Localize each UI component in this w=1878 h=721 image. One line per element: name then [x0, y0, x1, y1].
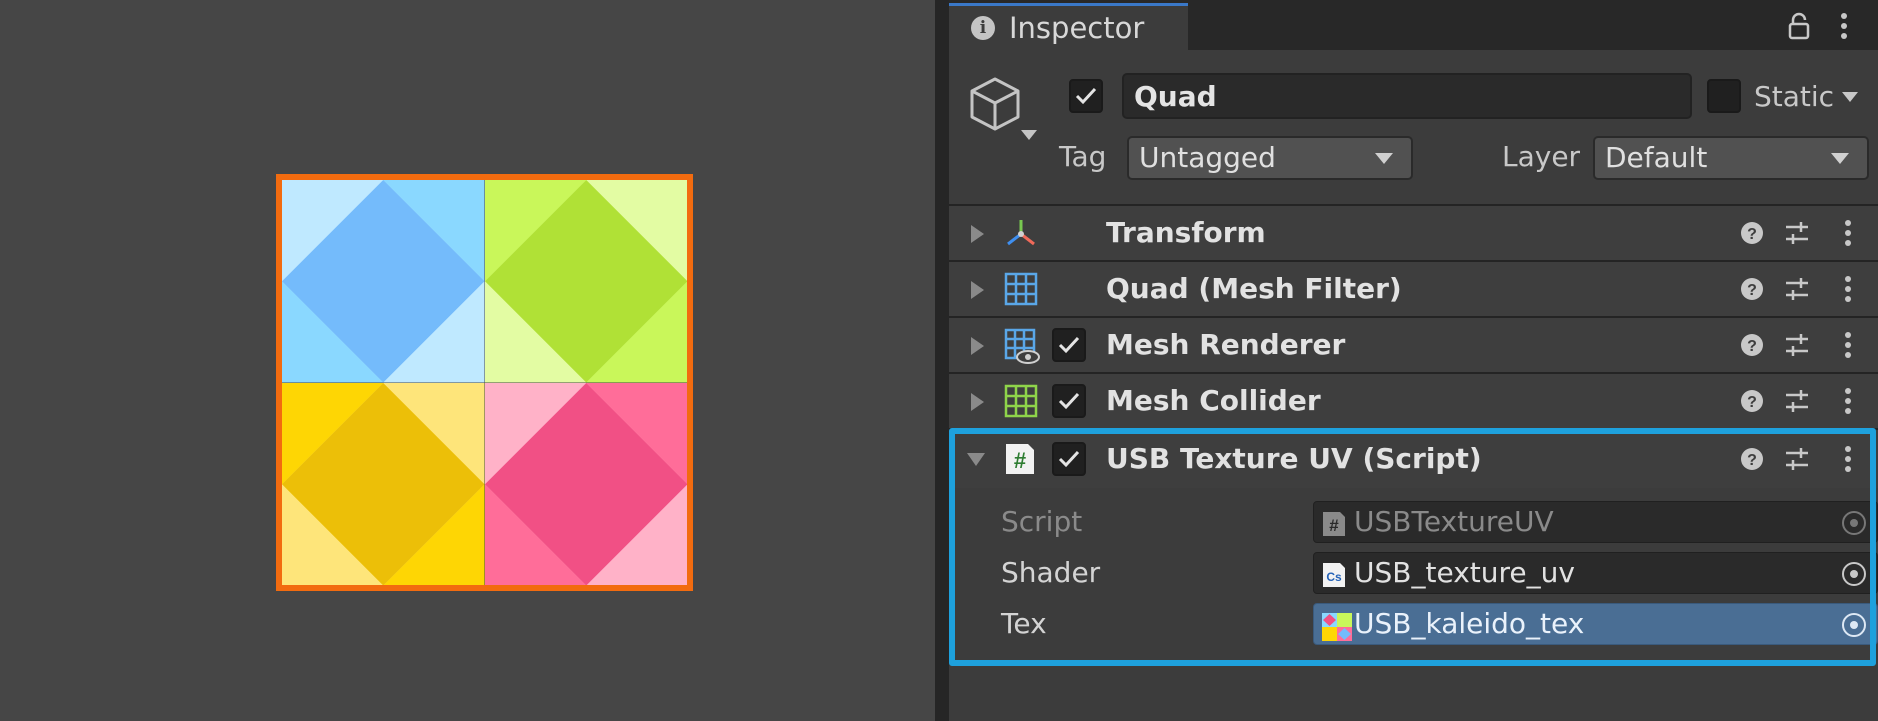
more-options-icon[interactable] — [1840, 12, 1848, 44]
svg-text:?: ? — [1747, 394, 1757, 411]
layer-dropdown[interactable]: Default — [1593, 136, 1869, 180]
tab-title: Inspector — [1009, 11, 1145, 45]
svg-text:#: # — [1329, 516, 1339, 535]
chevron-down-icon — [1831, 153, 1849, 164]
info-icon: i — [971, 16, 995, 40]
help-icon[interactable]: ? — [1740, 221, 1764, 249]
help-icon[interactable]: ? — [1740, 277, 1764, 305]
preset-sliders-icon[interactable] — [1783, 387, 1811, 419]
component-transform[interactable]: Transform ? — [949, 206, 1878, 260]
icon-dropdown-caret[interactable] — [1021, 130, 1037, 140]
expand-arrow-icon[interactable] — [971, 225, 984, 243]
preset-sliders-icon[interactable] — [1783, 275, 1811, 307]
active-checkbox[interactable] — [1069, 79, 1103, 113]
transform-icon — [1004, 216, 1038, 254]
script-object-field: # USBTextureUV — [1313, 501, 1878, 543]
script-hash-icon: # — [1322, 511, 1346, 545]
shader-value: USB_texture_uv — [1354, 556, 1575, 589]
component-mesh-filter[interactable]: Quad (Mesh Filter) ? — [949, 262, 1878, 316]
panel-splitter[interactable] — [935, 0, 949, 721]
texture-tile-green — [484, 180, 687, 383]
more-options-icon[interactable] — [1844, 219, 1852, 251]
tag-label: Tag — [1059, 140, 1107, 173]
svg-text:?: ? — [1747, 226, 1757, 243]
tab-bar: i Inspector — [949, 0, 1878, 50]
more-options-icon[interactable] — [1844, 445, 1852, 477]
more-options-icon[interactable] — [1844, 331, 1852, 363]
component-enabled-checkbox[interactable] — [1052, 328, 1086, 362]
tab-inspector[interactable]: i Inspector — [949, 3, 1188, 50]
component-enabled-checkbox[interactable] — [1052, 384, 1086, 418]
preset-sliders-icon[interactable] — [1783, 331, 1811, 363]
help-icon[interactable]: ? — [1740, 389, 1764, 417]
quad-object[interactable] — [276, 174, 693, 591]
object-name-field[interactable]: Quad — [1122, 73, 1692, 119]
cs-file-icon: Cs — [1322, 562, 1346, 596]
expand-arrow-icon[interactable] — [971, 393, 984, 411]
property-label-shader: Shader — [1001, 556, 1101, 589]
layer-value: Default — [1605, 141, 1708, 174]
svg-text:?: ? — [1747, 338, 1757, 355]
collapse-arrow-icon[interactable] — [967, 453, 985, 466]
svg-text:#: # — [1014, 448, 1026, 473]
texture-tile-pink — [484, 382, 687, 585]
scene-view[interactable] — [0, 0, 935, 721]
component-name: Quad (Mesh Filter) — [1106, 272, 1402, 305]
inspector-panel: i Inspector Quad Static Tag Untagged Lay… — [949, 0, 1878, 721]
tag-dropdown[interactable]: Untagged — [1127, 136, 1413, 180]
shader-object-field[interactable]: Cs USB_texture_uv — [1313, 552, 1878, 594]
component-name: Mesh Renderer — [1106, 328, 1346, 361]
component-name: Transform — [1106, 216, 1266, 249]
svg-text:?: ? — [1747, 452, 1757, 469]
gameobject-header: Quad Static Tag Untagged Layer Default — [949, 50, 1878, 204]
more-options-icon[interactable] — [1844, 275, 1852, 307]
tex-value: USB_kaleido_tex — [1354, 607, 1585, 640]
more-options-icon[interactable] — [1844, 387, 1852, 419]
component-mesh-collider[interactable]: Mesh Collider ? — [949, 374, 1878, 428]
tex-object-field[interactable]: USB_kaleido_tex — [1313, 603, 1878, 645]
component-enabled-checkbox[interactable] — [1052, 442, 1086, 476]
expand-arrow-icon[interactable] — [971, 281, 984, 299]
svg-text:?: ? — [1747, 282, 1757, 299]
mesh-collider-icon — [1004, 384, 1038, 422]
object-picker-icon — [1841, 510, 1867, 544]
texture-tile-yellow — [282, 382, 485, 585]
component-name: USB Texture UV (Script) — [1106, 442, 1482, 475]
mesh-renderer-icon — [1004, 328, 1040, 368]
mesh-filter-icon — [1004, 272, 1038, 310]
component-name: Mesh Collider — [1106, 384, 1321, 417]
script-value: USBTextureUV — [1354, 505, 1554, 538]
static-checkbox[interactable] — [1707, 79, 1741, 113]
object-picker-icon[interactable] — [1841, 561, 1867, 595]
static-label[interactable]: Static — [1754, 80, 1834, 113]
help-icon[interactable]: ? — [1740, 333, 1764, 361]
layer-label: Layer — [1502, 140, 1581, 173]
help-icon[interactable]: ? — [1740, 447, 1764, 475]
svg-text:Cs: Cs — [1326, 570, 1342, 584]
tag-value: Untagged — [1139, 141, 1276, 174]
property-label-script: Script — [1001, 505, 1083, 538]
object-picker-icon[interactable] — [1841, 612, 1867, 646]
expand-arrow-icon[interactable] — [971, 337, 984, 355]
component-mesh-renderer[interactable]: Mesh Renderer ? — [949, 318, 1878, 372]
preset-sliders-icon[interactable] — [1783, 445, 1811, 477]
component-usb-texture-uv[interactable]: # USB Texture UV (Script) ? — [949, 430, 1878, 488]
gameobject-cube-icon[interactable] — [969, 76, 1021, 136]
texture-tile-blue — [282, 180, 485, 383]
preset-sliders-icon[interactable] — [1783, 219, 1811, 251]
lock-icon[interactable] — [1788, 12, 1810, 44]
property-label-tex: Tex — [1001, 607, 1047, 640]
static-dropdown-caret[interactable] — [1842, 92, 1858, 102]
chevron-down-icon — [1375, 153, 1393, 164]
texture-thumb-icon — [1322, 613, 1352, 649]
script-hash-icon: # — [1004, 442, 1036, 480]
